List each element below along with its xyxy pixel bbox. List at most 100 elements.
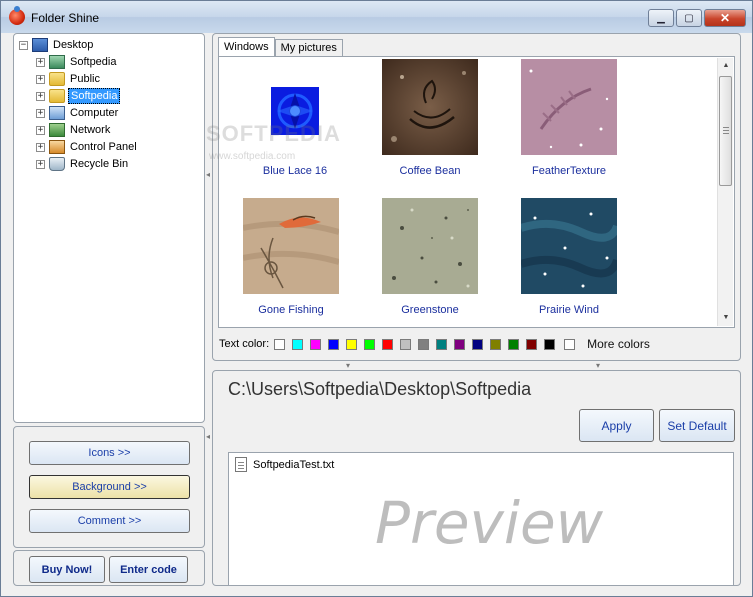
color-swatch[interactable] [274, 338, 286, 350]
color-swatch[interactable] [436, 338, 448, 350]
coffee-bean-image [382, 59, 478, 155]
tree-item[interactable]: + Public [36, 71, 102, 87]
tree-item-desktop[interactable]: − Desktop [19, 37, 95, 53]
tree-item-label: Recycle Bin [70, 158, 129, 170]
thumbnail-prairie-wind[interactable] [519, 198, 621, 294]
thumbnail-label: Greenstone [401, 304, 459, 316]
tree-item[interactable]: + Control Panel [36, 139, 139, 155]
buy-now-button[interactable]: Buy Now! [29, 556, 105, 583]
tree-item[interactable]: + Computer [36, 105, 120, 121]
expand-icon[interactable]: + [36, 108, 45, 118]
preview-placeholder: Preview [375, 489, 604, 557]
color-swatch[interactable] [490, 338, 502, 350]
folder-path: C:\Users\Softpedia\Desktop\Softpedia [228, 379, 532, 399]
collapse-icon[interactable]: − [19, 40, 28, 50]
color-swatch[interactable] [382, 338, 394, 350]
network-icon [49, 123, 65, 137]
window-controls: ▁ ▢ ✕ [648, 9, 746, 27]
splitter-down-arrow-icon[interactable]: ▾ [346, 361, 350, 370]
maximize-button[interactable]: ▢ [676, 9, 702, 27]
background-gallery: Windows My pictures Blue Lace 16 Coffee … [212, 33, 741, 361]
minimize-button[interactable]: ▁ [648, 9, 674, 27]
splitter-left-arrow-icon[interactable]: ◂ [206, 171, 211, 179]
color-swatch[interactable] [364, 338, 376, 350]
thumbnail-label: FeatherTexture [532, 165, 606, 177]
splitter-down-arrow-icon[interactable]: ▾ [596, 361, 600, 370]
apply-button[interactable]: Apply [579, 409, 654, 442]
color-swatch[interactable] [508, 338, 520, 350]
color-swatch[interactable] [526, 338, 538, 350]
tree-item-label: Softpedia [70, 56, 117, 68]
tree-item[interactable]: + Network [36, 122, 112, 138]
close-icon: ✕ [719, 11, 731, 25]
tree-item-selected[interactable]: + Softpedia [36, 88, 121, 104]
thumbnail-grid: Blue Lace 16 Coffee Bean FeatherTexture … [218, 56, 735, 328]
color-swatch[interactable] [544, 338, 556, 350]
desktop-icon [32, 38, 48, 52]
thumbnail-coffee-bean[interactable] [382, 59, 478, 155]
color-swatch[interactable] [328, 338, 340, 350]
text-color-label: Text color: [219, 338, 270, 350]
text-file-icon [235, 457, 247, 472]
splitter-left-arrow-icon[interactable]: ◂ [206, 433, 211, 441]
horizontal-splitter[interactable]: ▾ ▾ [212, 361, 741, 370]
color-swatch[interactable] [454, 338, 466, 350]
vertical-splitter[interactable]: ◂ ◂ [205, 33, 212, 586]
close-button[interactable]: ✕ [704, 9, 746, 27]
icons-button[interactable]: Icons >> [29, 441, 190, 465]
thumbnail-feather-texture[interactable] [521, 59, 617, 155]
license-buttons-panel: Buy Now! Enter code [13, 550, 205, 586]
title-bar[interactable]: Folder Shine ▁ ▢ ✕ [1, 1, 752, 33]
color-swatch[interactable] [292, 338, 304, 350]
gallery-scrollbar[interactable]: ▲ ▼ [717, 58, 733, 326]
app-window: Folder Shine ▁ ▢ ✕ − Desktop + Softpedia… [0, 0, 753, 597]
computer-icon [49, 106, 65, 120]
preview-panel: C:\Users\Softpedia\Desktop\Softpedia App… [212, 370, 741, 586]
background-button[interactable]: Background >> [29, 475, 190, 499]
set-default-button[interactable]: Set Default [659, 409, 735, 442]
expand-icon[interactable]: + [36, 57, 45, 67]
tab-my-pictures[interactable]: My pictures [274, 39, 343, 56]
tree-item-label: Control Panel [70, 141, 137, 153]
thumbnail-gone-fishing[interactable] [242, 198, 340, 294]
scroll-down-icon[interactable]: ▼ [718, 310, 734, 326]
text-color-bar: Text color: More colors [218, 333, 735, 355]
enter-code-button[interactable]: Enter code [109, 556, 188, 583]
folder-tree[interactable]: − Desktop + Softpedia + Public + Softped… [13, 33, 205, 423]
color-swatch[interactable] [346, 338, 358, 350]
color-swatch[interactable] [472, 338, 484, 350]
recycle-bin-icon [49, 157, 65, 171]
comment-button[interactable]: Comment >> [29, 509, 190, 533]
window-title: Folder Shine [31, 11, 100, 25]
thumbnail-label: Gone Fishing [258, 304, 324, 316]
color-swatch[interactable] [310, 338, 322, 350]
tree-item-label: Public [70, 73, 100, 85]
feather-texture-image [521, 59, 617, 155]
thumbnail-greenstone[interactable] [382, 198, 478, 294]
expand-icon[interactable]: + [36, 91, 45, 101]
softpedia-watermark: SOFTPEDIA [206, 121, 341, 146]
folder-icon [49, 89, 65, 103]
tree-item[interactable]: + Softpedia [36, 54, 118, 70]
tree-item-label: Computer [70, 107, 119, 119]
folder-icon [49, 72, 65, 86]
expand-icon[interactable]: + [36, 125, 45, 135]
more-colors-label[interactable]: More colors [587, 337, 650, 351]
tab-windows[interactable]: Windows [218, 37, 275, 56]
preview-area: SoftpediaTest.txt Preview [228, 452, 734, 586]
minimize-icon: ▁ [657, 12, 665, 24]
thumbnail-label: Coffee Bean [399, 165, 461, 177]
expand-icon[interactable]: + [36, 159, 45, 169]
expand-icon[interactable]: + [36, 74, 45, 84]
more-colors-checkbox[interactable] [564, 338, 576, 350]
scrollbar-thumb[interactable] [719, 76, 732, 186]
tree-item-label: Softpedia [68, 88, 121, 104]
app-logo-icon [9, 6, 25, 25]
scroll-up-icon[interactable]: ▲ [718, 58, 734, 74]
mode-buttons-panel: Icons >> Background >> Comment >> [13, 426, 205, 548]
tree-item-label: Network [70, 124, 111, 136]
color-swatch[interactable] [418, 338, 430, 350]
color-swatch[interactable] [400, 338, 412, 350]
expand-icon[interactable]: + [36, 142, 45, 152]
tree-item[interactable]: + Recycle Bin [36, 156, 130, 172]
